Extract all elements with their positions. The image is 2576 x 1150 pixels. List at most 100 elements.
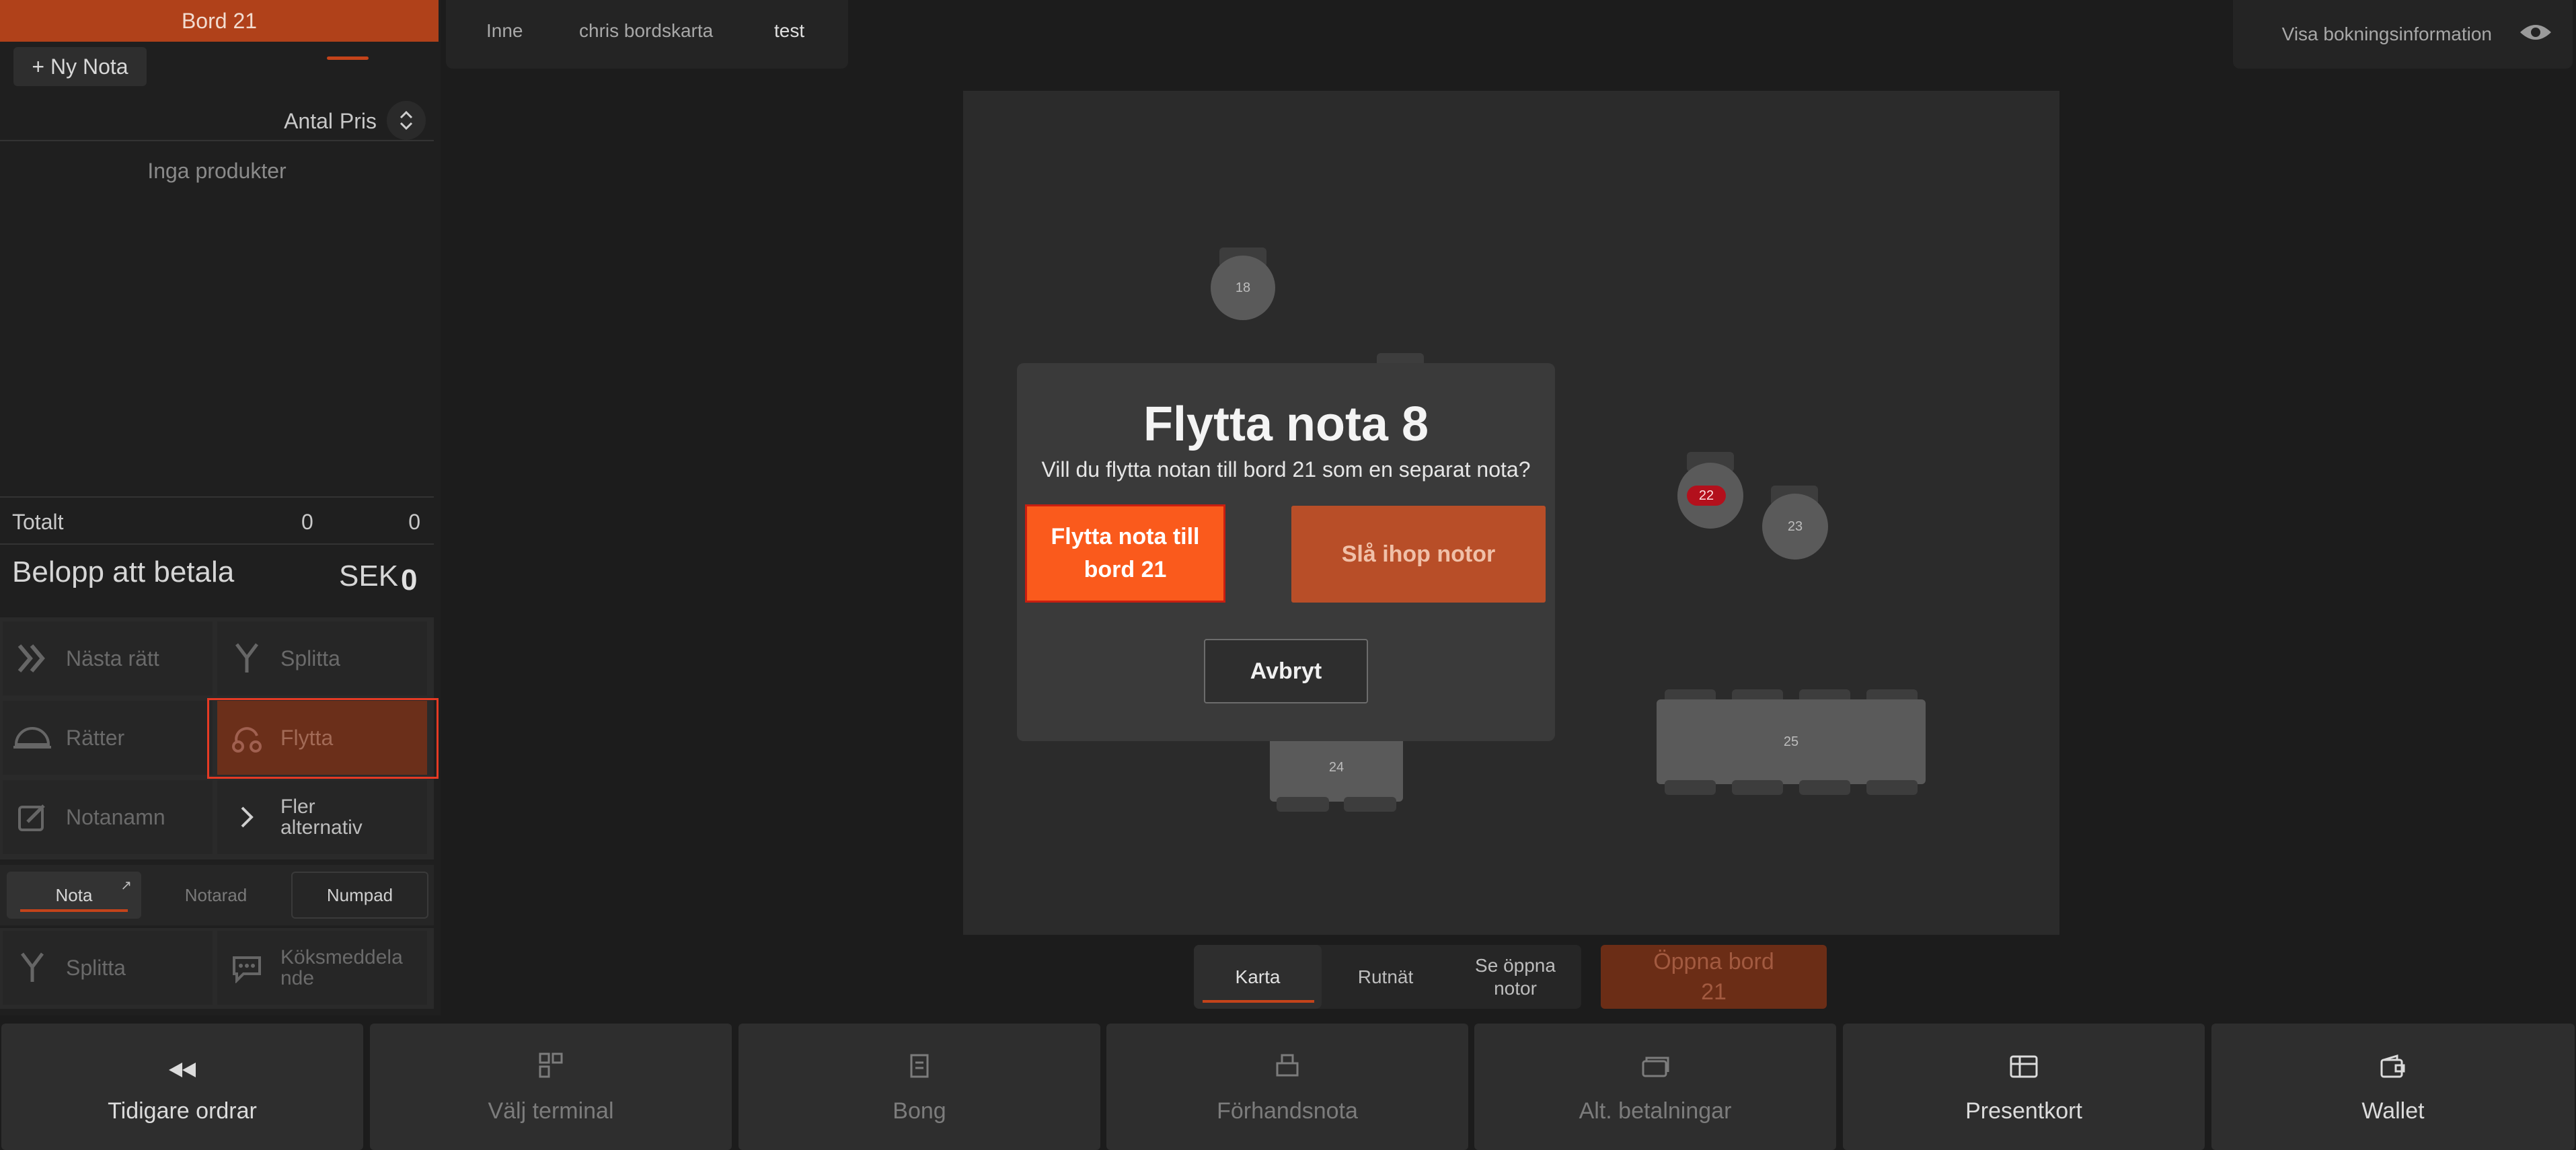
tab-karta[interactable]: Karta [1194,945,1322,1009]
column-pris: Pris [339,109,377,133]
edit-icon [12,797,52,837]
bottom-note-actions: Splitta Köksmeddela nde [0,928,434,1009]
merge-notes-button[interactable]: Slå ihop notor [1291,506,1546,603]
se-oppna-line1: Se öppna [1475,954,1556,976]
cancel-button[interactable]: Avbryt [1204,639,1368,703]
chair [1344,797,1396,812]
previous-orders-label: Tidigare ordrar [108,1098,257,1124]
wallet-button[interactable]: Wallet [2211,1024,2575,1150]
gift-card-button[interactable]: Presentkort [1843,1024,2205,1150]
open-table-button[interactable]: Öppna bord 21 [1601,945,1827,1009]
more-options-line2: alternativ [280,816,363,839]
tab-nota[interactable]: Nota ↗ [7,872,141,919]
alt-payments-label: Alt. betalningar [1579,1098,1732,1124]
totals-quantity: 0 [301,510,313,534]
pre-bill-label: Förhandsnota [1217,1098,1358,1124]
tab-inne[interactable]: Inne [486,20,523,42]
kitchen-message-button[interactable]: Köksmeddela nde [217,931,427,1005]
next-course-button[interactable]: Nästa rätt [3,621,213,695]
order-panel: Bord 21 + Ny Nota Antal Pris Inga produk… [0,0,441,1015]
dialog-title: Flytta nota 8 [1143,397,1429,451]
bong-label: Bong [893,1098,946,1124]
column-antal: Antal [284,109,333,133]
bong-button[interactable]: Bong [738,1024,1100,1150]
chair [1866,780,1918,795]
open-table-line2: 21 [1701,979,1727,1005]
courses-button[interactable]: Rätter [3,701,213,775]
tab-chris-bordskarta[interactable]: chris bordskarta [579,20,713,42]
gift-card-icon [2009,1055,2039,1085]
wallet-icon [2380,1054,2407,1085]
active-view-indicator [1203,1000,1314,1003]
split-button[interactable]: Splitta [217,621,427,695]
kitchen-message-line2: nde [280,967,315,989]
table-25[interactable]: 25 [1657,699,1926,784]
amount-currency: SEK [339,560,399,592]
move-button-highlight [207,698,439,779]
expand-arrow-icon: ↗ [120,878,132,893]
active-tab-indicator [20,909,128,912]
booking-info-button[interactable]: Visa bokningsinformation [2233,0,2573,69]
totals-label: Totalt [12,510,64,534]
move-note-dialog: Flytta nota 8 Vill du flytta notan till … [1017,363,1555,741]
kitchen-message-label: Köksmeddela nde [280,946,403,989]
next-course-label: Nästa rätt [66,646,159,670]
tab-notarad[interactable]: Notarad [149,872,282,919]
card-stack-icon [1641,1055,1669,1085]
se-oppna-line2: notor [1494,977,1537,999]
booking-info-label: Visa bokningsinformation [2281,24,2492,44]
split-label: Splitta [280,646,340,670]
open-table-line1: Öppna bord [1653,949,1774,975]
receipt-icon [909,1053,930,1085]
table-23[interactable]: 23 [1762,494,1828,560]
chair [1277,797,1329,812]
totals-price: 0 [408,510,420,534]
totals-row: Totalt 0 0 [0,496,434,545]
occupied-badge: 22 [1687,486,1726,506]
note-tabs: Nota ↗ Notarad Numpad [0,865,434,925]
alt-payments-button[interactable]: Alt. betalningar [1474,1024,1836,1150]
table-24[interactable]: 24 [1270,733,1403,802]
sort-toggle-button[interactable] [387,101,426,140]
tab-rutnat[interactable]: Rutnät [1322,945,1449,1009]
split-note-button[interactable]: Splitta [3,931,213,1005]
column-headers: Antal Pris [0,101,434,141]
amount-due-label: Belopp att betala [12,555,235,588]
tab-test[interactable]: test [774,20,804,42]
chevron-right-icon [227,797,267,837]
chair [1665,780,1716,795]
amount-due-value: 0 [401,564,418,597]
kitchen-message-line1: Köksmeddela [280,946,403,968]
gift-card-label: Presentkort [1965,1098,2082,1124]
more-options-line1: Fler [280,795,315,818]
tab-numpad[interactable]: Numpad [291,872,428,919]
tab-se-oppna-notor[interactable]: Se öppna notor [1449,945,1581,1009]
split-note-label: Splitta [66,956,126,980]
pre-bill-button[interactable]: Förhandsnota [1106,1024,1468,1150]
select-terminal-button[interactable]: Välj terminal [370,1024,732,1150]
empty-products-text: Inga produkter [147,159,287,183]
more-options-label: Fler alternativ [280,796,363,839]
eye-icon [2519,22,2552,48]
double-chevron-icon [12,638,52,679]
view-tabs: Karta Rutnät Se öppna notor [1194,945,1581,1009]
dialog-message: Vill du flytta notan till bord 21 som en… [1041,457,1531,482]
courses-label: Rätter [66,726,125,750]
new-note-button[interactable]: + Ny Nota [13,47,147,86]
bottom-bar: Tidigare ordrar Välj terminal Bong Förha… [0,1022,2576,1150]
table-18[interactable]: 18 [1211,256,1275,320]
terminal-icon [538,1052,564,1085]
active-tab-indicator [327,56,369,60]
printer-icon [1275,1053,1299,1085]
wallet-label: Wallet [2361,1098,2425,1124]
tab-nota-label: Nota [55,884,93,905]
move-note-button[interactable]: Flytta nota till bord 21 [1025,504,1225,603]
note-name-button[interactable]: Notanamn [3,780,213,854]
more-options-button[interactable]: Fler alternativ [217,780,427,854]
note-name-label: Notanamn [66,805,165,829]
floor-tabs: Inne chris bordskarta test [446,0,848,69]
split-icon [12,948,52,988]
chat-bubble-icon [227,948,267,988]
previous-orders-button[interactable]: Tidigare ordrar [1,1024,363,1150]
chair [1799,780,1850,795]
